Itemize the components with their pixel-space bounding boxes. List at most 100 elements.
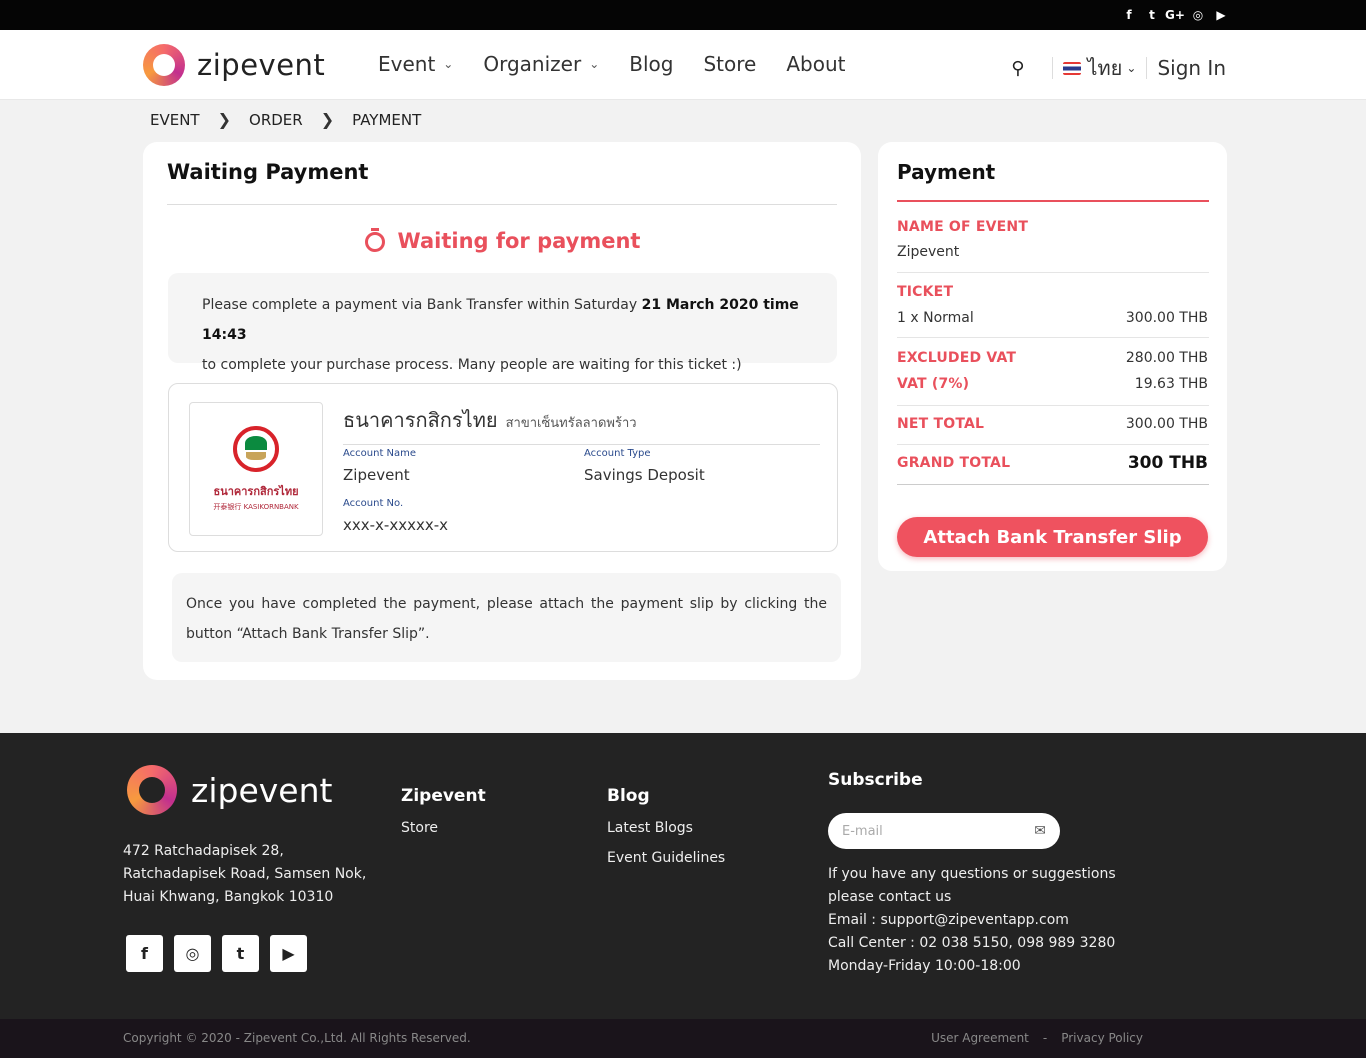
youtube-icon[interactable]: ▶ [270,935,307,972]
bank-name: ธนาคารกสิกรไทย [343,408,498,432]
facebook-icon[interactable]: f [126,935,163,972]
ticket-item: 1 x Normal [897,310,974,326]
privacy-policy-link[interactable]: Privacy Policy [1061,1031,1143,1045]
event-name: Zipevent [897,244,960,260]
notice-line-1: Please complete a payment via Bank Trans… [202,290,803,350]
language-label: ไทย [1087,56,1123,80]
name-of-event-label: NAME OF EVENT [897,219,1029,235]
bank-name-row: ธนาคารกสิกรไทย สาขาเซ็นทรัลลาดพร้าว [343,404,820,445]
divider [897,272,1209,273]
instagram-icon[interactable]: ◎ [1191,7,1205,23]
main-nav: Event ⌄ Organizer ⌄ Blog Store About [378,52,845,76]
chevron-down-icon: ⌄ [589,57,600,71]
payment-summary-card: Payment NAME OF EVENT Zipevent TICKET 1 … [878,142,1227,571]
divider [897,337,1209,338]
vat-value: 19.63 THB [1134,376,1208,392]
nav-organizer-label: Organizer [483,52,582,76]
contact-email: Email : support@zipeventapp.com [828,912,1069,928]
twitter-icon[interactable]: t [1145,7,1159,23]
address-line: 472 Ratchadapisek 28, [123,843,284,859]
contact-hours: Monday-Friday 10:00-18:00 [828,958,1021,974]
vat-label: VAT (7%) [897,376,970,392]
footer-link-store[interactable]: Store [401,820,438,836]
accent-divider [897,200,1209,202]
send-mail-icon[interactable]: ✉ [1034,823,1046,839]
nav-store[interactable]: Store [703,52,756,76]
kasikorn-bank-logo: ธนาคารกสิกรไทย 开泰银行 KASIKORNBANK [189,402,323,536]
subscribe-email-input[interactable]: E-mail ✉ [828,813,1060,849]
excluded-vat-label: EXCLUDED VAT [897,350,1017,366]
site-footer: zipevent 472 Ratchadapisek 28, Ratchadap… [0,733,1366,1019]
account-name-value: Zipevent [343,466,410,484]
account-type-label: Account Type [584,448,651,459]
company-address: 472 Ratchadapisek 28, Ratchadapisek Road… [123,840,366,909]
facebook-icon[interactable]: f [1122,7,1136,23]
address-line: Ratchadapisek Road, Samsen Nok, [123,866,367,882]
thai-flag-icon [1063,61,1082,75]
copyright-text: Copyright © 2020 - Zipevent Co.,Ltd. All… [123,1031,471,1045]
excluded-vat-value: 280.00 THB [1125,350,1208,366]
site-logo[interactable]: zipevent [143,44,325,86]
waiting-payment-card: Waiting Payment Waiting for payment Plea… [143,142,861,680]
nav-organizer[interactable]: Organizer ⌄ [483,52,599,76]
attach-bank-transfer-slip-button[interactable]: Attach Bank Transfer Slip [897,517,1208,557]
notice-text: Please complete a payment via Bank Trans… [202,297,642,313]
subscribe-title: Subscribe [828,770,923,790]
payment-title: Payment [897,160,996,184]
attach-instruction: Once you have completed the payment, ple… [172,573,841,662]
nav-about[interactable]: About [786,52,845,76]
site-header: zipevent Event ⌄ Organizer ⌄ Blog Store … [0,30,1366,100]
footer-logo[interactable]: zipevent [127,765,332,815]
footer-social-links: f ◎ t ▶ [126,935,307,972]
bank-branch: สาขาเซ็นทรัลลาดพร้าว [505,416,637,431]
nav-about-label: About [786,52,846,76]
footer-link-event-guidelines[interactable]: Event Guidelines [607,850,725,866]
ticket-price: 300.00 THB [1125,310,1208,326]
page-title: Waiting Payment [167,160,369,184]
instagram-icon[interactable]: ◎ [174,935,211,972]
breadcrumb-event[interactable]: EVENT [150,111,200,129]
breadcrumb: EVENT ❯ ORDER ❯ PAYMENT [150,110,421,129]
search-icon[interactable]: ⚲ [1011,58,1024,79]
ticket-label: TICKET [897,284,954,300]
logo-thai-name: ธนาคารกสิกรไทย [213,485,299,498]
google-plus-icon[interactable]: G+ [1165,7,1185,23]
youtube-icon[interactable]: ▶ [1214,7,1228,23]
grand-total-value: 300 THB [1127,453,1208,473]
chevron-down-icon: ⌄ [1126,61,1137,75]
email-placeholder: E-mail [842,823,883,839]
contact-phone: Call Center : 02 038 5150, 098 989 3280 [828,935,1116,951]
zipevent-logo-icon [143,44,185,86]
kbank-emblem-icon [233,426,279,472]
nav-event[interactable]: Event ⌄ [378,52,453,76]
address-line: Huai Khwang, Bangkok 10310 [123,889,334,905]
payment-deadline-notice: Please complete a payment via Bank Trans… [168,273,837,373]
footer-blog-title: Blog [607,786,650,806]
twitter-icon[interactable]: t [222,935,259,972]
nav-event-label: Event [378,52,436,76]
nav-blog[interactable]: Blog [629,52,673,76]
stopwatch-icon [364,228,388,254]
chevron-right-icon: ❯ [320,110,335,129]
breadcrumb-order[interactable]: ORDER [249,111,303,129]
language-selector[interactable]: ไทย ⌄ [1063,52,1136,84]
user-agreement-link[interactable]: User Agreement [931,1031,1029,1045]
footer-logo-text: zipevent [191,770,333,810]
nav-blog-label: Blog [629,52,674,76]
breadcrumb-payment: PAYMENT [352,110,422,129]
divider [897,444,1209,445]
sign-in-link[interactable]: Sign In [1157,56,1226,80]
net-total-label: NET TOTAL [897,416,985,432]
divider [1146,57,1148,79]
bank-account-box: ธนาคารกสิกรไทย 开泰银行 KASIKORNBANK ธนาคารก… [168,383,838,552]
logo-english-name: 开泰银行 KASIKORNBANK [213,503,299,511]
footer-link-latest-blogs[interactable]: Latest Blogs [607,820,693,836]
notice-line-2: to complete your purchase process. Many … [202,357,742,373]
account-name-label: Account Name [343,448,417,459]
contact-info: If you have any questions or suggestions… [828,863,1158,978]
footer-zipevent-title: Zipevent [401,786,486,806]
net-total-value: 300.00 THB [1125,416,1208,432]
logo-text: zipevent [197,48,326,82]
chevron-right-icon: ❯ [217,110,232,129]
header-actions: ⚲ ไทย ⌄ Sign In [1011,52,1226,84]
